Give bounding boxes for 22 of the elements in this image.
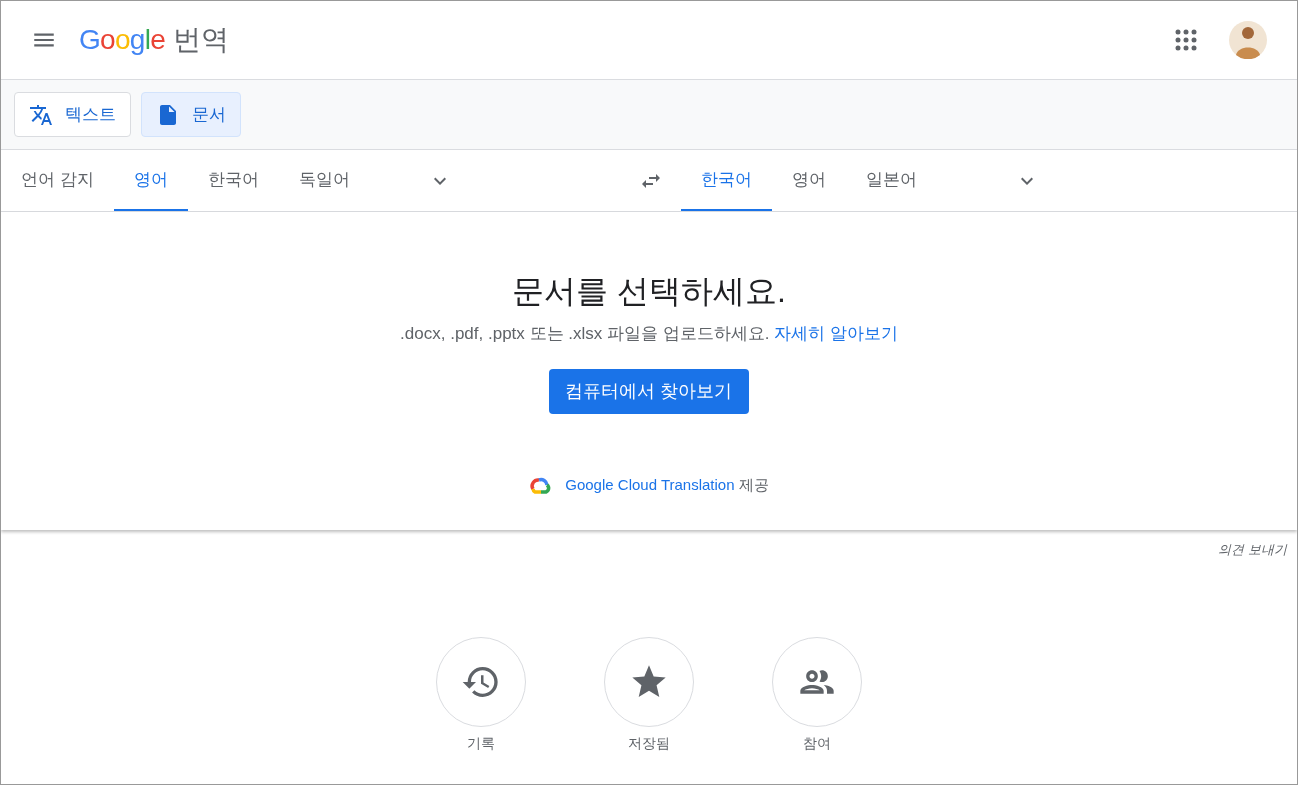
shortcut-label: 저장됨 [628, 733, 670, 753]
mode-tab[interactable]: 문서 [141, 92, 241, 137]
google-logo[interactable]: Google [79, 19, 166, 61]
learn-more-link[interactable]: 자세히 알아보기 [774, 324, 898, 343]
language-tab[interactable]: 한국어 [187, 150, 279, 211]
translate-icon [29, 102, 53, 127]
avatar[interactable] [1229, 21, 1267, 59]
shortcut-label: 기록 [467, 733, 495, 753]
panel-title: 문서를 선택하세요. [512, 272, 786, 311]
language-tab[interactable]: 영어 [772, 150, 846, 211]
language-tab[interactable]: 언어 감지 [1, 150, 114, 211]
upload-description: .docx, .pdf, .pptx 또는 .xlsx 파일을 업로드하세요. 자세히 알아보기 [400, 323, 898, 345]
powered-by-text: 제공 [737, 475, 769, 493]
feedback-link[interactable]: 의견 보내기 [1218, 540, 1287, 560]
shortcut-label: 참여 [803, 733, 831, 753]
language-tab[interactable]: 독일어 [278, 150, 370, 211]
product-name: 번역 [173, 23, 230, 57]
apps-grid-icon[interactable] [1175, 29, 1197, 51]
mode-tab[interactable]: 텍스트 [14, 92, 131, 137]
cloud-translation-link[interactable]: Google Cloud Translation [565, 475, 735, 493]
language-tab[interactable]: 일본어 [846, 150, 937, 211]
browse-button[interactable]: 컴퓨터에서 찾아보기 [549, 368, 749, 414]
